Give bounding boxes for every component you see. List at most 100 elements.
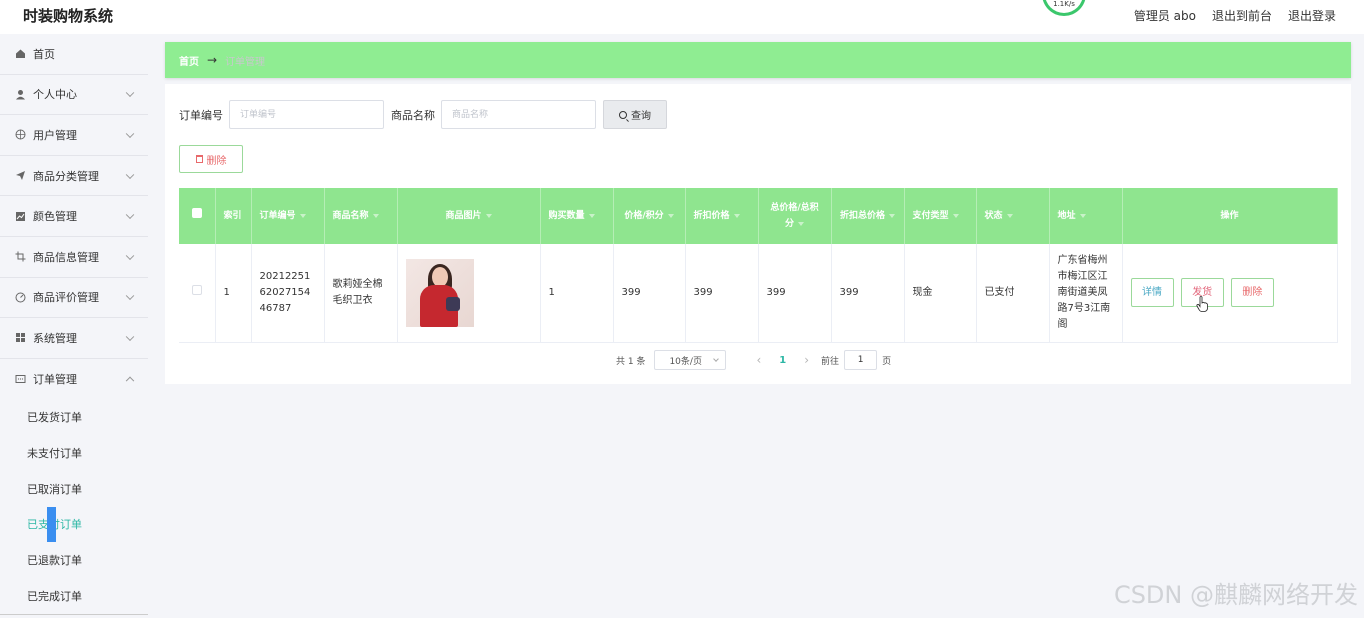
home-icon xyxy=(15,48,26,59)
sidebar-item-color[interactable]: 颜色管理 xyxy=(0,196,148,237)
detail-button[interactable]: 详情 xyxy=(1130,278,1174,308)
breadcrumb-current: 订单管理 xyxy=(225,56,266,68)
column-header-discount-total[interactable]: 折扣总价格 xyxy=(831,188,905,244)
column-header-address[interactable]: 地址 xyxy=(1049,188,1123,244)
sidebar-item-product-info[interactable]: 商品信息管理 xyxy=(0,237,148,278)
chevron-down-icon xyxy=(125,210,135,220)
column-header-index: 索引 xyxy=(215,188,252,244)
column-header-discount-price[interactable]: 折扣价格 xyxy=(685,188,759,244)
sidebar-item-system[interactable]: 系统管理 xyxy=(0,318,148,359)
column-header-price[interactable]: 价格/积分 xyxy=(613,188,686,244)
order-no-input[interactable] xyxy=(229,100,384,129)
sidebar-item-label: 用户管理 xyxy=(33,128,77,142)
sidebar-item-reviews[interactable]: 商品评价管理 xyxy=(0,278,148,319)
column-header-total-price[interactable]: 总价格/总积分 xyxy=(758,188,832,244)
top-header: 时装购物系统 1.1K/s 管理员 abo 退出到前台 退出登录 xyxy=(0,0,1364,34)
submenu-item-shipped-orders[interactable]: 已发货订单 xyxy=(0,399,148,435)
breadcrumb-home-link[interactable]: 首页 xyxy=(179,53,199,68)
page-size-select[interactable]: 10条/页 xyxy=(654,350,727,370)
search-icon xyxy=(619,110,627,119)
trash-icon xyxy=(195,155,203,163)
sidebar-item-users[interactable]: 用户管理 xyxy=(0,115,148,156)
sidebar-item-profile[interactable]: 个人中心 xyxy=(0,75,148,116)
header-user-actions: 管理员 abo 退出到前台 退出登录 xyxy=(1134,7,1336,24)
chevron-down-icon xyxy=(125,291,135,301)
submenu-item-refunded-orders[interactable]: 已退款订单 xyxy=(0,542,148,578)
hand-cursor-icon xyxy=(1196,296,1208,312)
column-header-actions: 操作 xyxy=(1122,188,1338,244)
breadcrumb: 首页 → 订单管理 xyxy=(165,42,1351,78)
logout-link[interactable]: 退出登录 xyxy=(1288,7,1336,24)
product-name-label: 商品名称 xyxy=(391,108,435,122)
cell-quantity: 1 xyxy=(540,244,614,343)
exit-to-front-link[interactable]: 退出到前台 xyxy=(1212,7,1272,24)
product-photo-face xyxy=(431,266,448,287)
sort-icon xyxy=(798,221,804,226)
submenu-item-cancelled-orders[interactable]: 已取消订单 xyxy=(0,471,148,507)
column-header-product-image[interactable]: 商品图片 xyxy=(397,188,541,244)
chevron-down-icon xyxy=(125,251,135,260)
sidebar-item-home[interactable]: 首页 xyxy=(0,34,148,75)
page-number-current[interactable]: 1 xyxy=(779,355,786,366)
column-header-product-name[interactable]: 商品名称 xyxy=(324,188,398,244)
network-speed-widget: 1.1K/s xyxy=(1042,0,1086,16)
batch-delete-label: 删除 xyxy=(206,155,227,167)
sort-icon xyxy=(1006,213,1013,218)
crop-icon xyxy=(15,251,26,262)
table-header-row: 索引 订单编号 商品名称 商品图片 购买数量 价格/积分 折扣价格 总价格/总积… xyxy=(179,188,1338,244)
row-delete-button[interactable]: 删除 xyxy=(1230,278,1274,308)
user-icon xyxy=(15,89,26,100)
sort-icon xyxy=(372,213,379,218)
submenu-item-paid-orders[interactable]: 已支付订单 xyxy=(0,506,148,542)
chevron-up-icon xyxy=(125,376,135,386)
order-no-label: 订单编号 xyxy=(179,108,223,122)
sidebar-item-label: 商品分类管理 xyxy=(33,169,99,183)
watermark: CSDN @麒麟网络开发 xyxy=(1113,581,1358,609)
column-header-quantity[interactable]: 购买数量 xyxy=(540,188,614,244)
network-speed-text: 1.1K/s xyxy=(1053,0,1075,8)
cell-product-name: 歌莉娅全棉毛织卫衣 xyxy=(324,244,398,343)
sort-icon xyxy=(889,213,895,218)
row-checkbox[interactable] xyxy=(191,284,202,295)
active-selection-marker xyxy=(47,507,56,542)
table-row: 1 202122516202715446787 歌莉娅全棉毛织卫衣 1 399 … xyxy=(179,244,1338,343)
sort-icon xyxy=(485,213,492,218)
product-thumbnail[interactable] xyxy=(405,258,474,327)
select-all-checkbox[interactable] xyxy=(191,208,202,218)
submenu-item-completed-orders[interactable]: 已完成订单 xyxy=(0,578,148,614)
goto-page-input[interactable] xyxy=(844,350,878,370)
sort-icon xyxy=(1079,213,1086,218)
column-header-status[interactable]: 状态 xyxy=(976,188,1050,244)
column-header-pay-type[interactable]: 支付类型 xyxy=(904,188,977,244)
pagination-total: 共 1 条 xyxy=(616,356,646,367)
prev-page-icon[interactable]: ‹ xyxy=(756,353,761,367)
main-panel: 订单编号 商品名称 查询 删除 索引 订单编号 商品名称 xyxy=(165,84,1351,384)
cell-status: 已支付 xyxy=(976,244,1050,343)
sidebar-item-label: 商品信息管理 xyxy=(33,250,99,264)
grid-icon xyxy=(15,332,26,343)
sort-icon xyxy=(299,213,306,218)
sidebar-divider xyxy=(0,614,148,615)
cell-index: 1 xyxy=(215,244,252,343)
submenu-item-unpaid-orders[interactable]: 未支付订单 xyxy=(0,435,148,471)
sidebar: 首页 个人中心 用户管理 商品分类管理 颜色管理 商品信息管理 商品评价管理 系… xyxy=(0,34,148,618)
next-page-icon[interactable]: › xyxy=(804,353,809,367)
cell-address: 广东省梅州市梅江区江南街道美凤路7号3江南阁 xyxy=(1049,244,1123,343)
cell-order-no: 202122516202715446787 xyxy=(251,244,325,343)
product-photo-bag xyxy=(445,296,460,311)
sidebar-item-label: 商品评价管理 xyxy=(33,291,99,305)
sidebar-item-orders[interactable]: 订单管理 xyxy=(0,359,148,400)
page-suffix: 页 xyxy=(882,356,892,367)
column-header-order-no[interactable]: 订单编号 xyxy=(251,188,325,244)
query-button[interactable]: 查询 xyxy=(603,100,667,129)
sort-icon xyxy=(588,213,595,218)
app-title: 时装购物系统 xyxy=(23,7,114,25)
product-name-input[interactable] xyxy=(441,100,596,129)
chat-icon xyxy=(15,374,26,385)
chevron-down-icon xyxy=(125,88,135,98)
chart-icon xyxy=(15,211,26,222)
batch-delete-button[interactable]: 删除 xyxy=(179,145,243,173)
sidebar-item-category[interactable]: 商品分类管理 xyxy=(0,156,148,197)
gauge-icon xyxy=(15,292,26,303)
sort-icon xyxy=(733,213,740,218)
